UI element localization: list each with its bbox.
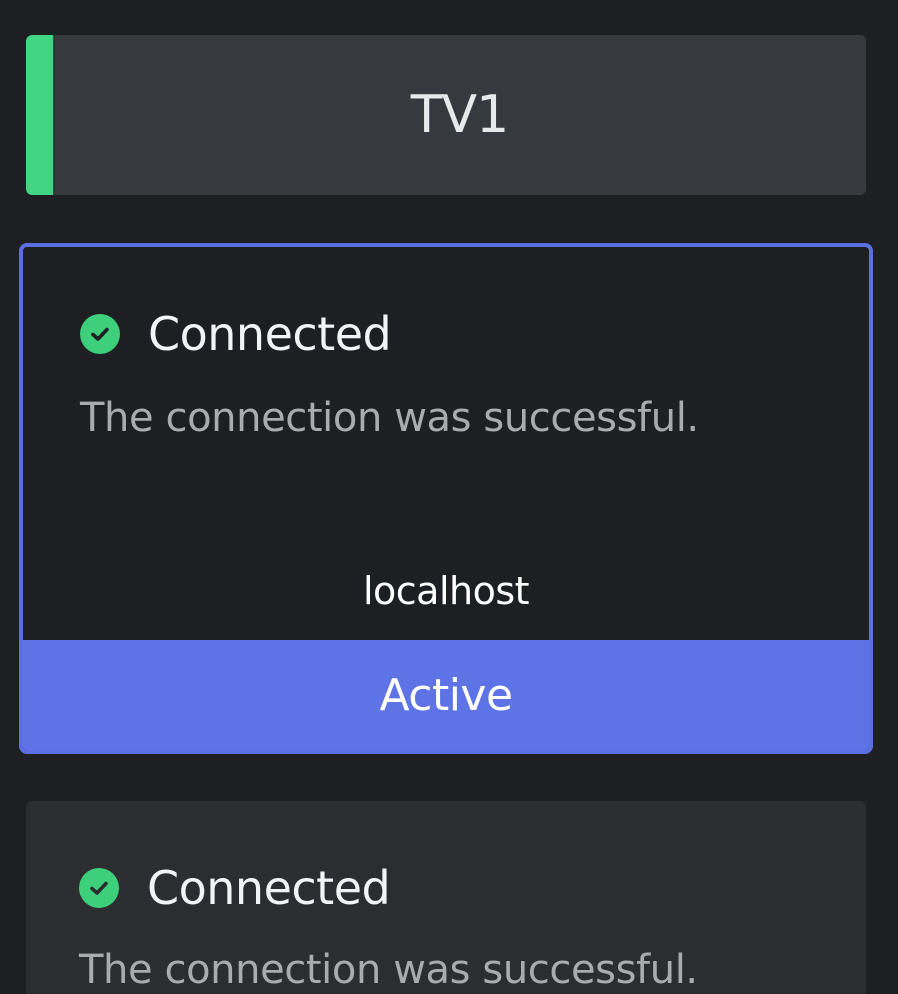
active-state-band: Active [23,640,869,750]
connection-card[interactable]: Connected The connection was successful. [26,801,866,994]
check-circle-icon [79,868,119,908]
connection-sidebar: TV1 Connected The connection was success… [0,0,898,994]
group-title: TV1 [410,85,509,145]
status-message: The connection was successful. [80,395,699,441]
status-row: Connected [80,307,392,361]
status-title: Connected [148,307,392,361]
group-accent-bar [26,35,53,195]
group-header-tv1[interactable]: TV1 [26,35,866,195]
connection-card-active[interactable]: Connected The connection was successful.… [19,243,873,754]
host-label: localhost [362,569,530,613]
status-message: The connection was successful. [79,947,698,993]
status-title: Connected [147,861,391,915]
status-row: Connected [79,861,391,915]
check-circle-icon [80,314,120,354]
